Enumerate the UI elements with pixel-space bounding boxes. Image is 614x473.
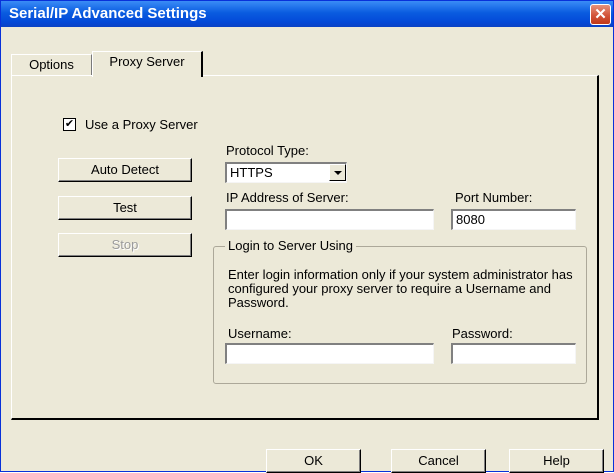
protocol-type-value: HTTPS [230,165,273,180]
ip-address-input[interactable] [225,209,434,230]
close-button[interactable]: ✕ [590,4,611,25]
use-proxy-checkbox[interactable]: ✔ [63,118,76,131]
port-number-input[interactable]: 8080 [451,209,576,230]
password-label: Password: [452,326,513,341]
ok-button[interactable]: OK [266,449,361,473]
cancel-button[interactable]: Cancel [391,449,486,473]
port-number-label: Port Number: [455,190,533,205]
protocol-type-select[interactable]: HTTPS [225,162,347,183]
login-instructions: Enter login information only if your sys… [228,267,573,310]
window-title: Serial/IP Advanced Settings [9,5,207,22]
advanced-settings-dialog: Serial/IP Advanced Settings ✕ Options Pr… [0,0,614,473]
help-button[interactable]: Help [509,449,604,473]
use-proxy-label: Use a Proxy Server [85,117,198,132]
chevron-down-icon[interactable] [329,164,346,181]
username-input[interactable] [225,343,434,364]
protocol-type-label: Protocol Type: [226,143,309,158]
test-button[interactable]: Test [58,196,192,220]
login-group-title: Login to Server Using [225,238,357,253]
auto-detect-button[interactable]: Auto Detect [58,158,192,182]
stop-button[interactable]: Stop [58,233,192,257]
checkmark-icon: ✔ [64,118,75,130]
title-bar[interactable]: Serial/IP Advanced Settings ✕ [1,1,613,27]
username-label: Username: [228,326,292,341]
close-icon: ✕ [594,6,607,23]
tab-proxy-server[interactable]: Proxy Server [92,51,203,77]
ip-address-label: IP Address of Server: [226,190,349,205]
password-input[interactable] [451,343,576,364]
tab-options[interactable]: Options [11,54,92,75]
